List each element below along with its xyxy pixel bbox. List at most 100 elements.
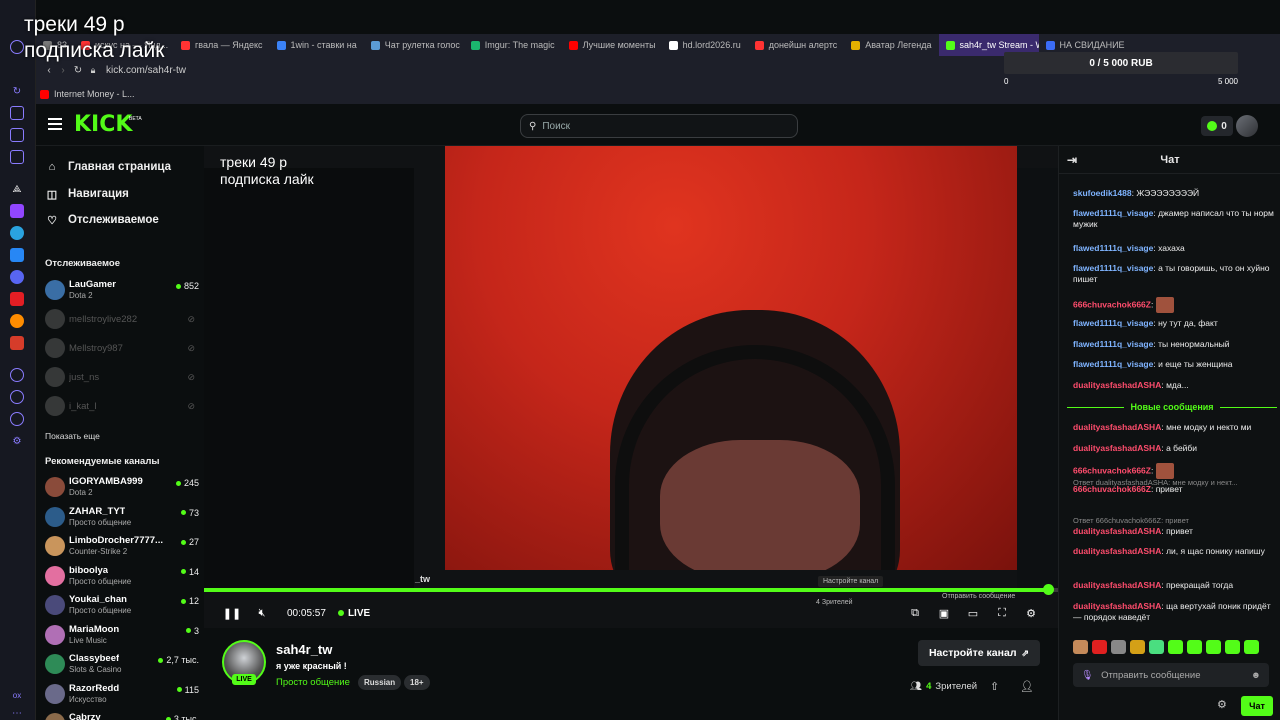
menu-icon[interactable]: [48, 118, 62, 130]
nav-browse[interactable]: ◫ Навигация: [46, 188, 129, 201]
browser-tab[interactable]: Imgur: The magic: [464, 34, 562, 56]
browser-logo-icon[interactable]: [10, 40, 24, 54]
sidebar-panel-icon[interactable]: [10, 106, 24, 120]
chat-username[interactable]: dualityasfashadASHA: [1073, 443, 1161, 453]
url-text[interactable]: kick.com/sah4r-tw: [106, 65, 186, 76]
yandex-icon[interactable]: [10, 292, 24, 306]
customize-channel-button[interactable]: Настройте канал ⇗: [918, 640, 1040, 666]
chat-username[interactable]: dualityasfashadASHA: [1073, 526, 1161, 536]
nav-home[interactable]: ⌂ Главная страница: [46, 161, 171, 173]
recommended-channel[interactable]: IGORYAMBA999 Dota 2 245: [45, 475, 201, 501]
tag-language[interactable]: Russian: [358, 675, 402, 690]
emote-icon[interactable]: [1149, 640, 1164, 654]
miniplayer-icon[interactable]: ⧉: [904, 603, 926, 623]
nav-following[interactable]: ♡ Отслеживаемое: [46, 214, 159, 227]
twitch-icon[interactable]: [10, 204, 24, 218]
fullscreen-icon[interactable]: ⛶: [991, 603, 1013, 623]
following-channel[interactable]: Mellstroy987 ⊘: [45, 336, 201, 362]
sidebar-refresh-icon[interactable]: ↻: [10, 84, 24, 98]
theater-icon[interactable]: ▭: [962, 603, 984, 623]
emote-icon[interactable]: [1073, 640, 1088, 654]
recommended-channel[interactable]: MariaMoon Live Music 3: [45, 623, 201, 649]
stream-category[interactable]: Просто общение: [276, 677, 350, 688]
sidebar-box-icon[interactable]: [10, 128, 24, 142]
clip-icon[interactable]: ▣: [933, 603, 955, 623]
browser-tab[interactable]: hd.lord2026.ru: [662, 34, 748, 56]
browser-tab[interactable]: Аватар Легенда: [844, 34, 938, 56]
sidebar-clock-icon[interactable]: [10, 390, 24, 404]
chat-username[interactable]: dualityasfashadASHA: [1073, 422, 1161, 432]
browser-tab[interactable]: Лучшие моменты: [562, 34, 662, 56]
ok-icon[interactable]: [10, 314, 24, 328]
forward-icon[interactable]: ›: [56, 65, 70, 76]
recommended-channel[interactable]: Classybeef Slots & Casino 2,7 тыс.: [45, 652, 201, 678]
kick-points-button[interactable]: 0: [1201, 116, 1233, 136]
emote-icon[interactable]: [1111, 640, 1126, 654]
chat-username[interactable]: 666chuvachok666Z: [1073, 299, 1151, 309]
recommended-channel[interactable]: Cabrzy 3 тыс.: [45, 711, 201, 720]
app-icon[interactable]: [10, 336, 24, 350]
user-avatar[interactable]: [1236, 115, 1258, 137]
settings-gear-icon[interactable]: ⚙: [1020, 603, 1042, 623]
chat-settings-icon[interactable]: ⚙: [1217, 698, 1227, 711]
kick-logo[interactable]: KICK: [74, 114, 132, 136]
emote-icon[interactable]: [1092, 640, 1107, 654]
chat-username[interactable]: flawed1111q_visage: [1073, 263, 1153, 273]
emoji-icon[interactable]: ☻: [1251, 670, 1261, 681]
following-channel[interactable]: just_ns ⊘: [45, 365, 201, 391]
sidebar-card-icon[interactable]: [10, 150, 24, 164]
recommended-channel[interactable]: LimboDrocher7777... Counter-Strike 2 27: [45, 534, 201, 560]
browser-tab[interactable]: донейшн алертс: [748, 34, 845, 56]
recommended-channel[interactable]: biboolya Просто общение 14: [45, 564, 201, 590]
reload-icon[interactable]: ↻: [70, 65, 86, 76]
bookmark-item[interactable]: Internet Money - L...: [54, 89, 135, 99]
browser-tab[interactable]: 1win - ставки на: [270, 34, 364, 56]
discord-icon[interactable]: [10, 270, 24, 284]
emote-icon[interactable]: [1130, 640, 1145, 654]
chat-username[interactable]: flawed1111q_visage: [1073, 208, 1153, 218]
sidebar-more-icon[interactable]: ⋯: [10, 706, 24, 720]
chat-username[interactable]: dualityasfashadASHA: [1073, 546, 1161, 556]
chat-username[interactable]: flawed1111q_visage: [1073, 243, 1153, 253]
browser-tab[interactable]: гвала — Яндекс: [174, 34, 270, 56]
following-channel[interactable]: i_kat_l ⊘: [45, 394, 201, 420]
sidebar-aria-icon[interactable]: ⟁: [10, 182, 24, 196]
vk-icon[interactable]: [10, 248, 24, 262]
sidebar-history-icon[interactable]: [10, 412, 24, 426]
emote-icon[interactable]: [1225, 640, 1240, 654]
emote-icon[interactable]: [1244, 640, 1259, 654]
add-friend-icon[interactable]: 👤︎: [1020, 680, 1034, 693]
show-more-link[interactable]: Показать еще: [45, 431, 100, 441]
collapse-chat-icon[interactable]: ⇥: [1067, 153, 1077, 167]
chat-username[interactable]: dualityasfashadASHA: [1073, 580, 1161, 590]
chat-username[interactable]: 666chuvachok666Z: [1073, 465, 1151, 475]
browser-tab[interactable]: Чат рулетка голос: [364, 34, 464, 56]
recommended-channel[interactable]: ZAHAR_TYT Просто общение 73: [45, 505, 201, 531]
recommended-channel[interactable]: Youkai_chan Просто общение 12: [45, 593, 201, 619]
video-player[interactable]: треки 49 р подписка лайк _tw Настройте к…: [204, 146, 1058, 628]
chat-username[interactable]: dualityasfashadASHA: [1073, 601, 1161, 611]
sidebar-ox-icon[interactable]: ox: [10, 688, 24, 702]
video-progress-bar[interactable]: [204, 584, 1058, 595]
chat-username[interactable]: skufoedik1488: [1073, 188, 1132, 198]
mic-icon[interactable]: 🎙︎: [1081, 670, 1093, 681]
chat-input[interactable]: 🎙︎ Отправить сообщение ☻: [1073, 663, 1269, 687]
following-channel[interactable]: LauGamer Dota 2 852: [45, 278, 201, 304]
pause-icon[interactable]: ❚❚: [221, 603, 243, 623]
chat-send-button[interactable]: Чат: [1241, 696, 1273, 716]
following-channel[interactable]: mellstroylive282 ⊘: [45, 307, 201, 333]
tag-age[interactable]: 18+: [404, 675, 430, 690]
back-icon[interactable]: ‹: [42, 65, 56, 76]
search-input[interactable]: ⚲ Поиск: [520, 114, 798, 138]
mute-icon[interactable]: 🔇︎: [251, 603, 273, 623]
chat-username[interactable]: dualityasfashadASHA: [1073, 380, 1161, 390]
telegram-icon[interactable]: [10, 226, 24, 240]
chat-username[interactable]: flawed1111q_visage: [1073, 339, 1153, 349]
sidebar-add-icon[interactable]: [10, 368, 24, 382]
emote-icon[interactable]: [1206, 640, 1221, 654]
settings-icon[interactable]: ⚙: [10, 434, 24, 448]
share-icon[interactable]: ⇧: [990, 680, 999, 693]
chat-username[interactable]: flawed1111q_visage: [1073, 318, 1153, 328]
emote-icon[interactable]: [1168, 640, 1183, 654]
streamer-name[interactable]: sah4r_tw: [276, 642, 332, 657]
